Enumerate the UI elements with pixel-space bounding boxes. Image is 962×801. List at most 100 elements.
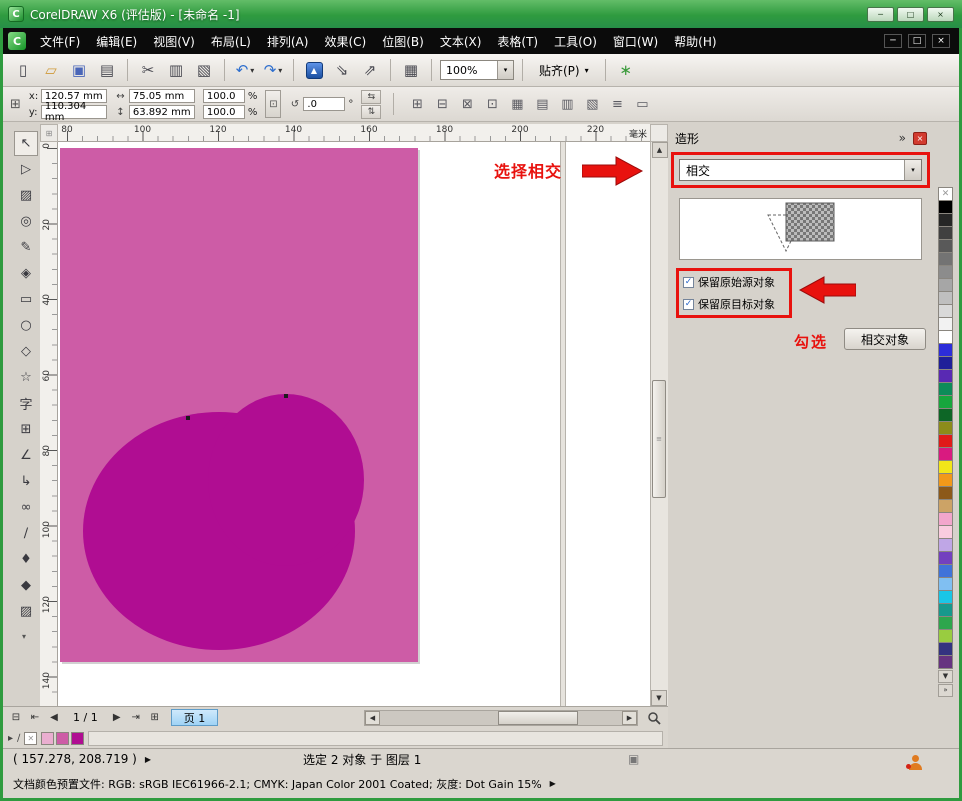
propbar-button[interactable]: ▤ bbox=[531, 93, 553, 115]
menu-item[interactable]: 帮助(H) bbox=[666, 30, 724, 53]
palette-swatch[interactable] bbox=[938, 369, 953, 383]
fill-tool[interactable]: ◆ bbox=[14, 573, 38, 598]
add-page-button[interactable]: ⊞ bbox=[147, 710, 163, 726]
palette-swatch[interactable] bbox=[938, 278, 953, 292]
palette-swatch[interactable] bbox=[938, 343, 953, 357]
coords-expand-icon[interactable]: ▶ bbox=[145, 755, 151, 764]
polygon-tool[interactable]: ◇ bbox=[14, 339, 38, 364]
rotation-angle-field[interactable]: .0 bbox=[303, 97, 345, 111]
horizontal-ruler[interactable]: 80100120140160180200220 毫米 bbox=[58, 124, 650, 142]
open-button[interactable]: ▱ bbox=[39, 58, 63, 82]
palette-swatch[interactable] bbox=[938, 317, 953, 331]
shaping-mode-dropdown[interactable]: 相交 ▾ bbox=[679, 159, 922, 181]
crop-tool[interactable]: ▨ bbox=[14, 183, 38, 208]
menu-item[interactable]: 工具(O) bbox=[546, 30, 605, 53]
no-color-swatch[interactable]: ✕ bbox=[938, 187, 953, 201]
palette-swatch[interactable] bbox=[938, 616, 953, 630]
palette-swatch[interactable] bbox=[938, 304, 953, 318]
lock-ratio-button[interactable]: ⊡ bbox=[265, 90, 281, 118]
snap-to-button[interactable]: 贴齐(P) ▾ bbox=[531, 60, 597, 81]
scroll-down-button[interactable]: ▼ bbox=[651, 690, 667, 706]
palette-swatch[interactable] bbox=[938, 564, 953, 578]
propbar-button[interactable]: ≡ bbox=[606, 93, 628, 115]
palette-swatch[interactable] bbox=[938, 213, 953, 227]
new-document-button[interactable]: ▯ bbox=[11, 58, 35, 82]
palette-swatch[interactable] bbox=[938, 252, 953, 266]
palette-swatch[interactable] bbox=[938, 486, 953, 500]
document-palette-handle-icon[interactable]: ▸ bbox=[8, 733, 13, 744]
menu-item[interactable]: 文件(F) bbox=[32, 30, 88, 53]
zoom-tool[interactable]: ◎ bbox=[14, 209, 38, 234]
welcome-screen-button[interactable]: ▦ bbox=[399, 58, 423, 82]
palette-swatch[interactable] bbox=[938, 265, 953, 279]
keep-source-checkbox[interactable]: ✓ bbox=[683, 277, 694, 288]
previous-page-button[interactable]: ◀ bbox=[46, 710, 62, 726]
palette-swatch[interactable] bbox=[938, 291, 953, 305]
paste-button[interactable]: ▧ bbox=[192, 58, 216, 82]
shape-tool[interactable]: ▷ bbox=[14, 157, 38, 182]
interactive-fill-tool[interactable]: ▨ bbox=[14, 599, 38, 624]
freehand-tool[interactable]: ✎ bbox=[14, 235, 38, 260]
menu-item[interactable]: 窗口(W) bbox=[605, 30, 666, 53]
mirror-horizontal-button[interactable]: ⇆ bbox=[361, 90, 381, 104]
text-tool[interactable]: 字 bbox=[14, 391, 38, 416]
palette-swatch[interactable] bbox=[938, 460, 953, 474]
scroll-up-button[interactable]: ▲ bbox=[652, 142, 668, 158]
propbar-button[interactable]: ⊡ bbox=[481, 93, 503, 115]
maximize-button[interactable]: □ bbox=[897, 7, 924, 22]
drawing-canvas[interactable]: 选择相交 bbox=[58, 142, 650, 706]
palette-swatch[interactable] bbox=[938, 434, 953, 448]
eyedropper-tool[interactable]: ∕ bbox=[14, 521, 38, 546]
cut-button[interactable]: ✂ bbox=[136, 58, 160, 82]
palette-swatch[interactable] bbox=[938, 655, 953, 669]
last-page-button[interactable]: ⇥ bbox=[128, 710, 144, 726]
chevron-down-icon[interactable]: ▾ bbox=[585, 66, 589, 75]
palette-swatch[interactable] bbox=[938, 421, 953, 435]
palette-swatch[interactable] bbox=[938, 226, 953, 240]
redo-button[interactable]: ↷▾ bbox=[261, 58, 285, 82]
canvas-vertical-scrollbar[interactable]: ▲ ≡ ▼ bbox=[650, 142, 668, 706]
object-width-field[interactable]: 75.05 mm bbox=[129, 89, 195, 103]
palette-swatch[interactable] bbox=[938, 538, 953, 552]
user-account-icon[interactable] bbox=[908, 755, 922, 770]
propbar-button[interactable]: ⊟ bbox=[431, 93, 453, 115]
menu-item[interactable]: 布局(L) bbox=[203, 30, 259, 53]
scroll-right-button[interactable]: ▶ bbox=[622, 711, 637, 725]
y-position-field[interactable]: 110.304 mm bbox=[41, 105, 107, 119]
scroll-left-button[interactable]: ◀ bbox=[365, 711, 380, 725]
node-marker[interactable] bbox=[186, 416, 190, 420]
vertical-scroll-thumb[interactable]: ≡ bbox=[652, 380, 666, 498]
palette-swatch[interactable] bbox=[938, 603, 953, 617]
palette-swatch[interactable] bbox=[938, 642, 953, 656]
palette-swatch[interactable] bbox=[938, 408, 953, 422]
chevron-down-icon[interactable]: ▾ bbox=[278, 66, 282, 75]
scale-v-field[interactable]: 100.0 bbox=[203, 105, 245, 119]
palette-swatch[interactable] bbox=[938, 395, 953, 409]
object-height-field[interactable]: 63.892 mm bbox=[129, 105, 195, 119]
eyedropper-icon[interactable]: ∕ bbox=[17, 733, 20, 744]
menu-item[interactable]: 表格(T) bbox=[489, 30, 546, 53]
palette-swatch[interactable] bbox=[938, 499, 953, 513]
page-sorter-icon[interactable]: ⊟ bbox=[8, 710, 24, 726]
menu-item[interactable]: 效果(C) bbox=[316, 30, 374, 53]
keep-target-checkbox[interactable]: ✓ bbox=[683, 299, 694, 310]
ruler-origin-corner[interactable]: ⊞ bbox=[40, 124, 58, 142]
outline-pen-tool[interactable]: ♦ bbox=[14, 547, 38, 572]
menu-item[interactable]: 文本(X) bbox=[432, 30, 490, 53]
doc-close-button[interactable]: × bbox=[932, 34, 950, 48]
palette-swatch[interactable] bbox=[938, 356, 953, 370]
palette-expand-button[interactable]: » bbox=[938, 684, 953, 697]
palette-swatch[interactable] bbox=[938, 382, 953, 396]
menu-item[interactable]: 视图(V) bbox=[145, 30, 203, 53]
palette-swatch[interactable] bbox=[938, 629, 953, 643]
chevron-down-icon[interactable]: ▾ bbox=[497, 61, 513, 79]
minimize-button[interactable]: ─ bbox=[867, 7, 894, 22]
zoom-level-select[interactable]: 100% ▾ bbox=[440, 60, 514, 80]
chevron-down-icon[interactable]: ▾ bbox=[904, 160, 921, 180]
propbar-button[interactable]: ⊞ bbox=[406, 93, 428, 115]
docker-collapse-icon[interactable]: » bbox=[899, 131, 906, 145]
palette-swatch[interactable] bbox=[938, 590, 953, 604]
export-button[interactable]: ⇗ bbox=[358, 58, 382, 82]
ellipse-tool[interactable]: ○ bbox=[14, 313, 38, 338]
document-info-icon[interactable]: ▣ bbox=[628, 752, 639, 766]
